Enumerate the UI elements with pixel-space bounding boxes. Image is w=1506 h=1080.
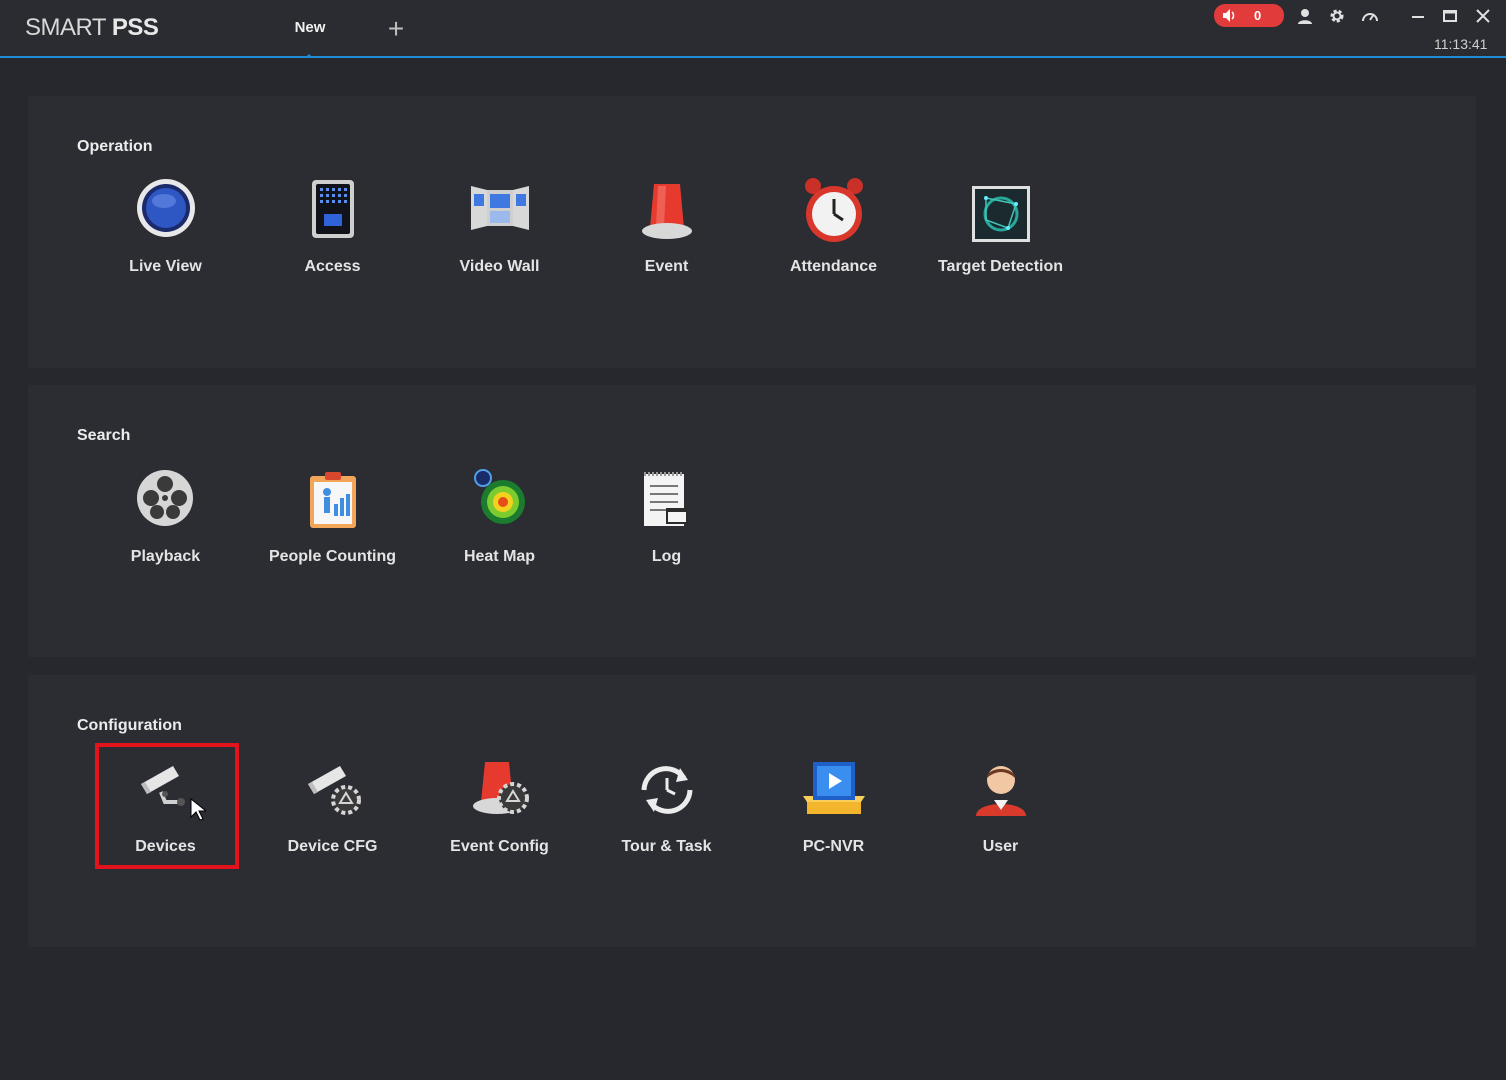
tile-device-cfg[interactable]: Device CFG xyxy=(249,756,416,886)
attendance-icon xyxy=(804,178,863,242)
close-icon[interactable] xyxy=(1474,7,1492,25)
performance-gauge-icon[interactable] xyxy=(1361,7,1379,25)
alarm-count: 0 xyxy=(1254,8,1262,23)
tile-event[interactable]: Event xyxy=(583,176,750,306)
live-view-icon xyxy=(136,179,195,237)
tile-label: Target Detection xyxy=(937,258,1064,275)
user-account-icon[interactable] xyxy=(1296,7,1314,25)
heat-map-icon xyxy=(473,469,525,524)
tile-pc-nvr[interactable]: PC-NVR xyxy=(750,756,917,886)
tab-active-indicator xyxy=(305,54,313,58)
tile-log[interactable]: Log xyxy=(583,466,750,596)
section-title: Search xyxy=(77,427,131,444)
event-icon xyxy=(641,184,692,239)
tile-playback[interactable]: Playback xyxy=(82,466,249,596)
device-cfg-icon xyxy=(307,766,361,815)
tab-new[interactable]: New xyxy=(270,0,350,58)
title-bar: SMART PSS New + 0 11:13:41 xyxy=(0,0,1506,58)
app-logo-light: SMART xyxy=(25,14,112,41)
maximize-icon[interactable] xyxy=(1441,7,1459,25)
devices-highlight-box xyxy=(95,743,239,869)
minimize-icon[interactable] xyxy=(1409,7,1427,25)
video-wall-icon xyxy=(470,186,529,230)
section-title: Configuration xyxy=(77,717,182,734)
tile-event-config[interactable]: Event Config xyxy=(416,756,583,886)
tile-access[interactable]: Access xyxy=(249,176,416,306)
settings-gear-icon[interactable] xyxy=(1328,7,1346,25)
tile-video-wall[interactable]: Video Wall xyxy=(416,176,583,306)
event-config-icon xyxy=(472,762,529,814)
playback-icon xyxy=(136,470,193,526)
access-icon xyxy=(311,180,354,238)
tile-label: User xyxy=(982,838,1019,855)
people-counting-icon xyxy=(309,472,356,528)
tile-label: Log xyxy=(651,548,682,565)
tile-heat-map[interactable]: Heat Map xyxy=(416,466,583,596)
user-icon xyxy=(975,766,1026,816)
tile-live-view[interactable]: Live View xyxy=(82,176,249,306)
tile-user[interactable]: User xyxy=(917,756,1084,886)
tile-target-detection[interactable]: Target Detection xyxy=(917,176,1084,306)
pc-nvr-icon xyxy=(802,762,865,814)
tab-new-label: New xyxy=(294,19,326,36)
mouse-cursor-icon xyxy=(190,798,206,821)
clock: 11:13:41 xyxy=(1434,36,1488,52)
tile-tour-task[interactable]: Tour & Task xyxy=(583,756,750,886)
tour-task-icon xyxy=(641,766,692,814)
app-logo-bold: PSS xyxy=(111,14,159,41)
speaker-icon xyxy=(1223,9,1235,22)
tile-attendance[interactable]: Attendance xyxy=(750,176,917,306)
app-logo: SMART PSS xyxy=(25,14,159,42)
log-icon xyxy=(643,472,688,526)
tile-people-counting[interactable]: People Counting xyxy=(249,466,416,596)
add-tab-button[interactable]: + xyxy=(383,15,409,43)
alarm-badge[interactable]: 0 xyxy=(1214,4,1284,27)
section-title: Operation xyxy=(77,138,153,155)
target-detection-icon xyxy=(971,186,1030,242)
